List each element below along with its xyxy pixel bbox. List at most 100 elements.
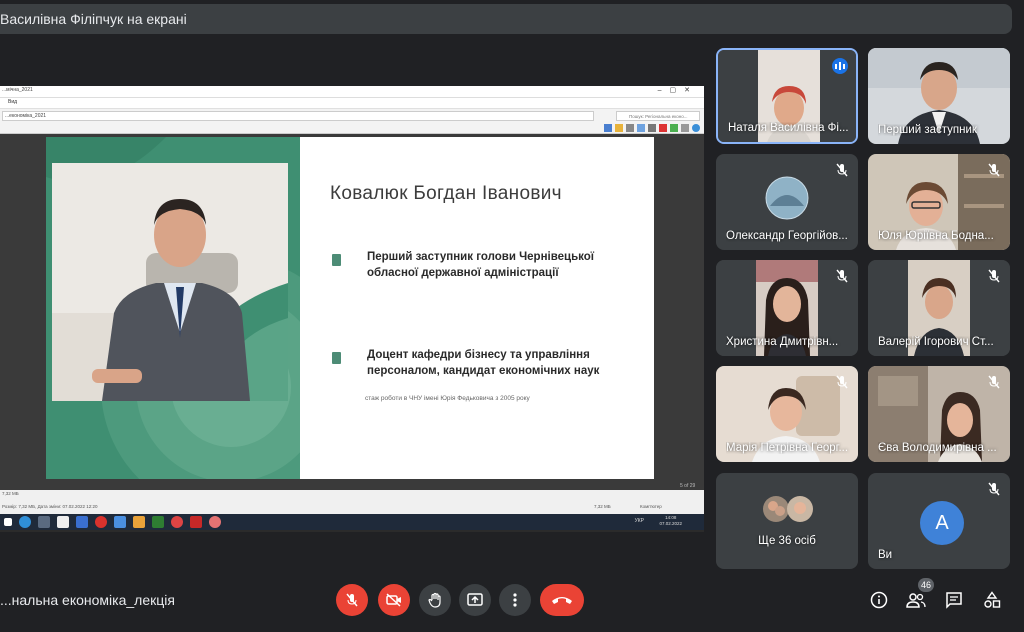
presentation-banner: Василівна Філіпчук на екрані — [0, 4, 1012, 34]
participant-tile[interactable]: Юля Юріївна Бодна... — [868, 154, 1010, 250]
experience-note: стаж роботи в ЧНУ імені Юрія Федьковича … — [365, 395, 530, 402]
mic-muted-icon — [836, 163, 848, 177]
camera-off-icon — [386, 593, 401, 607]
presentation-slide: Ковалюк Богдан Іванович Перший заступник… — [46, 137, 654, 479]
bullet-marker — [332, 254, 341, 266]
more-participants-label: Ще 36 осіб — [758, 535, 816, 547]
pdf-toolbar — [0, 122, 704, 134]
participant-name: Олександр Георгійов... — [726, 230, 848, 242]
shared-screen: ...мічна_2021 –▢✕ Вид ...економіка_2021 … — [0, 86, 704, 532]
window-controls: –▢✕ — [657, 87, 698, 94]
speaker-photo — [52, 163, 288, 401]
app-icon — [38, 516, 50, 528]
bullet-marker — [332, 352, 341, 364]
mic-off-icon — [346, 593, 358, 607]
globe-icon — [692, 124, 700, 132]
participant-tile[interactable]: Валерій Ігорович Ст... — [868, 260, 1010, 356]
explorer-icon — [133, 516, 145, 528]
copy-icon — [637, 124, 645, 132]
start-icon — [4, 518, 12, 526]
people-button[interactable] — [906, 590, 926, 610]
speaker-name: Ковалюк Богдан Іванович — [330, 183, 562, 204]
paste-icon — [648, 124, 656, 132]
camera-toggle-button[interactable] — [378, 584, 410, 616]
more-vert-icon — [513, 593, 517, 607]
check-icon — [670, 124, 678, 132]
participant-name: Христина Дмитрівн... — [726, 336, 839, 348]
print-icon — [626, 124, 634, 132]
app-icon — [114, 516, 126, 528]
opera-icon — [95, 516, 107, 528]
mic-muted-icon — [988, 269, 1000, 283]
hand-icon — [428, 592, 441, 608]
language-indicator: УКР — [634, 518, 644, 524]
address-bar: ...економіка_2021 Пошук: Регіональна еко… — [0, 108, 704, 122]
participants-count-badge: 46 — [918, 578, 934, 592]
info-icon — [870, 591, 888, 609]
mail-icon — [681, 124, 689, 132]
delete-icon — [659, 124, 667, 132]
people-icon — [906, 593, 926, 608]
self-avatar: A — [920, 501, 964, 545]
mic-muted-icon — [988, 482, 1000, 496]
taskbar-clock: 14:08 07.02.2022 — [659, 515, 682, 527]
window-menu: Вид — [0, 98, 704, 108]
folder-icon — [615, 124, 623, 132]
participant-tile[interactable]: Марія Петрівна Георг... — [716, 366, 858, 462]
participant-tile[interactable]: Наталя Василівна Фі... — [716, 48, 858, 144]
window-title: ...мічна_2021 — [2, 87, 33, 93]
file-details: Розмір: 7,32 МБ, Дата зміни: 07.02.2022 … — [2, 504, 98, 509]
more-options-button[interactable] — [499, 584, 531, 616]
participant-tile[interactable]: Олександр Георгійов... — [716, 154, 858, 250]
page-counter: 5 of 29 — [680, 483, 696, 489]
mail-app-icon — [76, 516, 88, 528]
presenter-label: Василівна Філіпчук на екрані — [0, 11, 187, 27]
participant-name: Єва Володимирівна ... — [878, 442, 997, 454]
edge-icon — [19, 516, 31, 528]
participant-name: Перший заступник — [878, 124, 977, 136]
chat-button[interactable] — [944, 590, 964, 610]
participant-name: Ви — [878, 549, 893, 561]
clock-date: 07.02.2022 — [659, 521, 682, 526]
menu-view: Вид — [8, 99, 18, 105]
file-size: 7,32 МБ — [594, 504, 611, 509]
raise-hand-button[interactable] — [419, 584, 451, 616]
size-small: 7,32 МБ — [2, 491, 19, 496]
page-icon — [604, 124, 612, 132]
participant-tile[interactable]: Перший заступник — [868, 48, 1010, 144]
leave-call-button[interactable] — [540, 584, 584, 616]
participant-name: Валерій Ігорович Ст... — [878, 336, 994, 348]
chrome-icon — [209, 516, 221, 528]
present-icon — [467, 593, 483, 606]
self-tile[interactable]: A Ви — [868, 473, 1010, 569]
chat-icon — [946, 592, 962, 609]
slide-photo-panel — [46, 137, 300, 479]
more-participants-tile[interactable]: Ще 36 осіб — [716, 473, 858, 569]
mic-toggle-button[interactable] — [336, 584, 368, 616]
app-icon — [57, 516, 69, 528]
mic-muted-icon — [836, 375, 848, 389]
chrome-icon — [171, 516, 183, 528]
explorer-status-bar: 7,32 МБ Розмір: 7,32 МБ, Дата зміни: 07.… — [0, 490, 704, 514]
meeting-details-button[interactable] — [869, 590, 889, 610]
mic-muted-icon — [988, 375, 1000, 389]
participant-name: Юля Юріївна Бодна... — [878, 230, 994, 242]
participant-name: Марія Петрівна Георг... — [726, 442, 849, 454]
activities-icon — [984, 591, 1001, 608]
mic-muted-icon — [988, 163, 1000, 177]
participant-tile[interactable]: Христина Дмитрівн... — [716, 260, 858, 356]
window-titlebar: ...мічна_2021 –▢✕ — [0, 86, 704, 98]
windows-taskbar: УКР 14:08 07.02.2022 — [0, 514, 704, 530]
bullet-academic: Доцент кафедри бізнесу та управління пер… — [367, 349, 600, 377]
participant-tile[interactable]: Єва Володимирівна ... — [868, 366, 1010, 462]
explorer-search: Пошук: Регіональна еконо... — [616, 111, 700, 121]
address-field: ...економіка_2021 — [2, 111, 594, 121]
present-screen-button[interactable] — [459, 584, 491, 616]
participant-name: Наталя Василівна Фі... — [728, 122, 848, 134]
mic-muted-icon — [836, 269, 848, 283]
participant-avatars-stack — [763, 496, 813, 522]
activities-button[interactable] — [982, 590, 1002, 610]
bullet-position: Перший заступник голови Чернівецької обл… — [367, 251, 595, 279]
speaking-indicator-icon — [832, 58, 848, 74]
computer-label: Комп'ютер — [640, 504, 662, 509]
